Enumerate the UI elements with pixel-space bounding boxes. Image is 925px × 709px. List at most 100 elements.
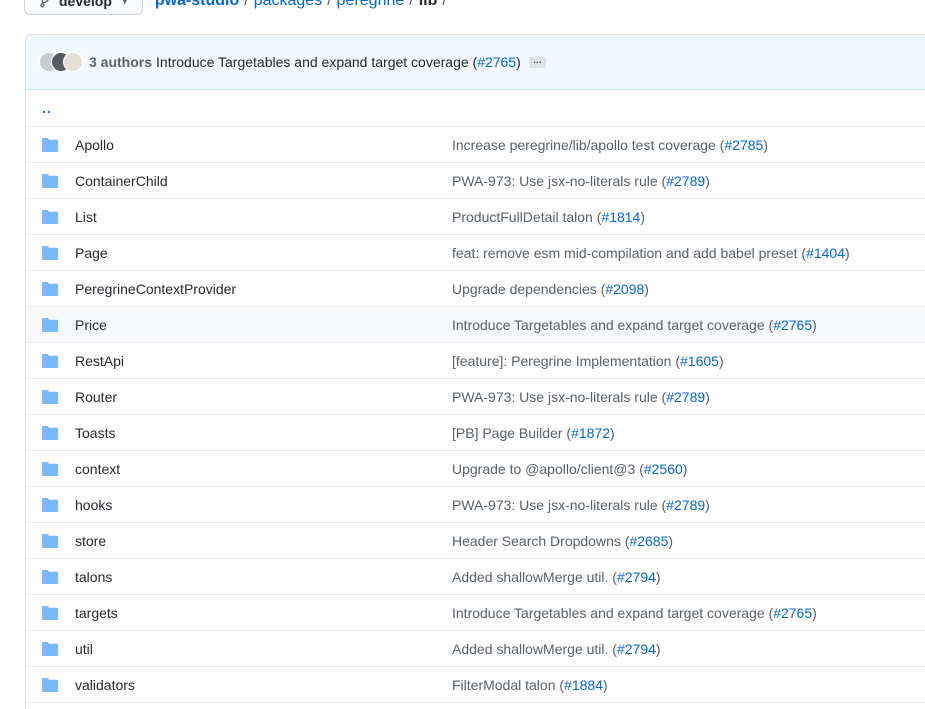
last-commit-message[interactable]: PWA-973: Use jsx-no-literals rule (#2789… bbox=[452, 173, 710, 189]
folder-name-link[interactable]: PeregrineContextProvider bbox=[75, 281, 452, 297]
folder-icon bbox=[42, 641, 58, 656]
last-commit-message[interactable]: Upgrade to @apollo/client@3 (#2560) bbox=[452, 461, 687, 477]
repo-nav-bar: develop ▼ pwa-studio / packages / peregr… bbox=[24, 0, 452, 16]
commit-pr-link[interactable]: #2765 bbox=[773, 317, 812, 333]
breadcrumb-current: lib bbox=[418, 0, 438, 9]
table-row[interactable]: util Added shallowMerge util. (#2794) bbox=[26, 631, 925, 667]
folder-name-link[interactable]: RestApi bbox=[75, 353, 452, 369]
last-commit-message[interactable]: Added shallowMerge util. (#2794) bbox=[452, 641, 661, 657]
folder-icon bbox=[42, 353, 58, 368]
commit-pr-link[interactable]: #1605 bbox=[680, 353, 719, 369]
table-row[interactable]: validators FilterModal talon (#1884) bbox=[26, 667, 925, 703]
folder-icon bbox=[42, 425, 58, 440]
commit-pr-link[interactable]: #2789 bbox=[666, 173, 705, 189]
breadcrumb-separator: / bbox=[244, 0, 249, 9]
table-row[interactable]: RestApi [feature]: Peregrine Implementati… bbox=[26, 343, 925, 379]
folder-name-link[interactable]: Toasts bbox=[75, 425, 452, 441]
commit-pr-link[interactable]: #1872 bbox=[571, 425, 610, 441]
git-branch-icon bbox=[40, 0, 50, 8]
commit-pr-link[interactable]: #2785 bbox=[724, 137, 763, 153]
folder-name-link[interactable]: ContainerChild bbox=[75, 173, 452, 189]
last-commit-message[interactable]: Increase peregrine/lib/apollo test cover… bbox=[452, 137, 768, 153]
parent-directory-link[interactable]: .. bbox=[42, 100, 52, 116]
branch-name: develop bbox=[59, 0, 112, 9]
folder-icon bbox=[42, 281, 58, 296]
breadcrumb-peregrine-link[interactable]: peregrine bbox=[337, 0, 405, 10]
folder-name-link[interactable]: Page bbox=[75, 245, 452, 261]
table-row[interactable]: talons Added shallowMerge util. (#2794) bbox=[26, 559, 925, 595]
folder-name-link[interactable]: store bbox=[75, 533, 452, 549]
folder-name-link[interactable]: validators bbox=[75, 677, 452, 693]
table-row[interactable]: Page feat: remove esm mid-compilation and… bbox=[26, 235, 925, 271]
commit-message[interactable]: Introduce Targetables and expand target … bbox=[156, 54, 521, 70]
commit-pr-link[interactable]: #1884 bbox=[564, 677, 603, 693]
commit-pr-link[interactable]: #2560 bbox=[644, 461, 683, 477]
breadcrumb-separator: / bbox=[327, 0, 332, 9]
commit-pr-link[interactable]: #2789 bbox=[666, 497, 705, 513]
commit-pr-link[interactable]: #2685 bbox=[629, 533, 668, 549]
folder-name-link[interactable]: Router bbox=[75, 389, 452, 405]
last-commit-message[interactable]: [feature]: Peregrine Implementation (#16… bbox=[452, 353, 724, 369]
commit-pr-link[interactable]: #1404 bbox=[806, 245, 845, 261]
folder-icon bbox=[42, 209, 58, 224]
folder-icon bbox=[42, 605, 58, 620]
table-row[interactable]: PeregrineContextProvider Upgrade dependen… bbox=[26, 271, 925, 307]
chevron-down-icon: ▼ bbox=[119, 0, 130, 7]
table-row[interactable]: ContainerChild PWA-973: Use jsx-no-litera… bbox=[26, 163, 925, 199]
table-row[interactable]: Price Introduce Targetables and expand ta… bbox=[26, 307, 925, 343]
last-commit-message[interactable]: [PB] Page Builder (#1872) bbox=[452, 425, 615, 441]
last-commit-message[interactable]: Upgrade dependencies (#2098) bbox=[452, 281, 649, 297]
folder-name-link[interactable]: List bbox=[75, 209, 452, 225]
table-row[interactable]: store Header Search Dropdowns (#2685) bbox=[26, 523, 925, 559]
folder-icon bbox=[42, 389, 58, 404]
folder-icon bbox=[42, 461, 58, 476]
last-commit-message[interactable]: PWA-973: Use jsx-no-literals rule (#2789… bbox=[452, 389, 710, 405]
last-commit-message[interactable]: Added shallowMerge util. (#2794) bbox=[452, 569, 661, 585]
breadcrumb: pwa-studio / packages / peregrine / lib … bbox=[155, 0, 452, 10]
folder-name-link[interactable]: hooks bbox=[75, 497, 452, 513]
table-row[interactable]: context Upgrade to @apollo/client@3 (#256… bbox=[26, 451, 925, 487]
page: develop ▼ pwa-studio / packages / peregr… bbox=[0, 0, 925, 709]
last-commit-message[interactable]: ProductFullDetail talon (#1814) bbox=[452, 209, 645, 225]
folder-name-link[interactable]: context bbox=[75, 461, 452, 477]
table-row[interactable]: List ProductFullDetail talon (#1814) bbox=[26, 199, 925, 235]
breadcrumb-repo-link[interactable]: pwa-studio bbox=[155, 0, 239, 10]
folder-icon bbox=[42, 173, 58, 188]
table-row[interactable]: targets Introduce Targetables and expand … bbox=[26, 595, 925, 631]
folder-name-link[interactable]: util bbox=[75, 641, 452, 657]
folder-icon bbox=[42, 569, 58, 584]
table-row[interactable]: Toasts [PB] Page Builder (#1872) bbox=[26, 415, 925, 451]
author-avatars[interactable] bbox=[39, 52, 83, 72]
last-commit-message[interactable]: feat: remove esm mid-compilation and add… bbox=[452, 245, 850, 261]
last-commit-message[interactable]: PWA-973: Use jsx-no-literals rule (#2789… bbox=[452, 497, 710, 513]
folder-icon bbox=[42, 245, 58, 260]
folder-icon bbox=[42, 677, 58, 692]
commit-pr-link[interactable]: #2765 bbox=[477, 54, 516, 70]
table-row[interactable]: hooks PWA-973: Use jsx-no-literals rule (… bbox=[26, 487, 925, 523]
commit-pr-link[interactable]: #2098 bbox=[605, 281, 644, 297]
parent-directory-row[interactable]: .. bbox=[26, 90, 925, 127]
commit-pr-link[interactable]: #1814 bbox=[601, 209, 640, 225]
folder-icon bbox=[42, 137, 58, 152]
commit-pr-link[interactable]: #2794 bbox=[617, 641, 656, 657]
last-commit-message[interactable]: Introduce Targetables and expand target … bbox=[452, 605, 817, 621]
folder-name-link[interactable]: targets bbox=[75, 605, 452, 621]
last-commit-message[interactable]: Introduce Targetables and expand target … bbox=[452, 317, 817, 333]
latest-commit-bar: 3 authors Introduce Targetables and expa… bbox=[26, 35, 925, 90]
last-commit-message[interactable]: Header Search Dropdowns (#2685) bbox=[452, 533, 673, 549]
table-row[interactable]: Apollo Increase peregrine/lib/apollo test… bbox=[26, 127, 925, 163]
breadcrumb-packages-link[interactable]: packages bbox=[254, 0, 323, 10]
commit-pr-link[interactable]: #2789 bbox=[666, 389, 705, 405]
branch-select-button[interactable]: develop ▼ bbox=[24, 0, 143, 15]
table-row[interactable]: Router PWA-973: Use jsx-no-literals rule … bbox=[26, 379, 925, 415]
folder-name-link[interactable]: Price bbox=[75, 317, 452, 333]
commit-authors[interactable]: 3 authors bbox=[89, 54, 152, 70]
commit-pr-link[interactable]: #2765 bbox=[773, 605, 812, 621]
folder-name-link[interactable]: talons bbox=[75, 569, 452, 585]
expand-commit-button[interactable]: … bbox=[528, 55, 546, 68]
avatar[interactable] bbox=[63, 52, 83, 72]
last-commit-message[interactable]: FilterModal talon (#1884) bbox=[452, 677, 608, 693]
folder-name-link[interactable]: Apollo bbox=[75, 137, 452, 153]
commit-pr-link[interactable]: #2794 bbox=[617, 569, 656, 585]
folder-icon bbox=[42, 533, 58, 548]
